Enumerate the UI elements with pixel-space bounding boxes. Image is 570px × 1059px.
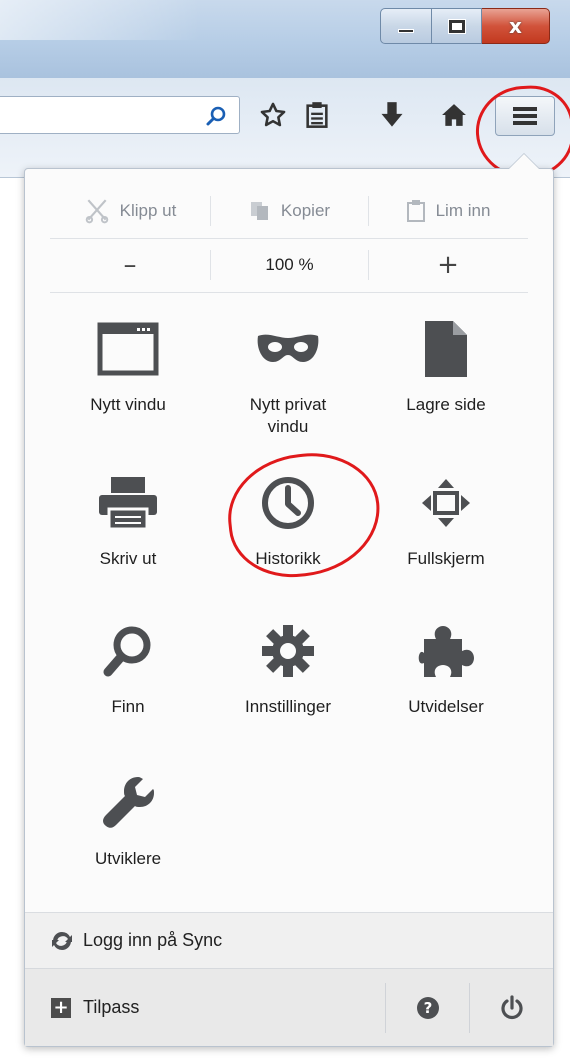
new-window-label: Nytt vindu: [90, 395, 166, 414]
star-icon: [260, 102, 286, 127]
save-page-button[interactable]: Lagre side: [366, 318, 526, 416]
downloads-button[interactable]: [375, 98, 409, 132]
home-icon: [442, 104, 466, 126]
maximize-button[interactable]: [432, 8, 482, 44]
find-label: Finn: [111, 697, 145, 716]
minimize-button[interactable]: [380, 8, 432, 44]
paste-icon: [406, 200, 425, 222]
search-bar[interactable]: [0, 96, 240, 134]
developer-button[interactable]: Utviklere: [48, 772, 208, 870]
gear-icon: [262, 625, 314, 677]
window-titlebar: x: [0, 0, 570, 78]
zoom-level: 100 %: [265, 255, 314, 274]
edit-controls: Klipp ut Kopier Lim inn: [50, 186, 528, 236]
fullscreen-button[interactable]: Fullskjerm: [366, 472, 526, 570]
customize-button[interactable]: + Tilpass: [25, 997, 385, 1018]
print-label: Skriv ut: [99, 549, 157, 568]
options-label: Innstillinger: [245, 697, 331, 716]
cut-label: Klipp ut: [119, 201, 177, 220]
save-page-label: Lagre side: [406, 395, 486, 414]
svg-text:?: ?: [423, 999, 432, 1017]
new-private-window-label: Nytt privat vindu: [249, 395, 327, 436]
window-icon: [97, 322, 159, 376]
zoom-controls: – 100 % +: [50, 242, 528, 288]
reading-list-icon: [306, 102, 328, 128]
add-ons-label: Utvidelser: [408, 697, 484, 716]
customize-plus-icon: +: [51, 997, 71, 1018]
new-private-window-button[interactable]: Nytt privat vindu: [208, 318, 368, 438]
quit-button[interactable]: [469, 982, 553, 1033]
add-ons-button[interactable]: Utvidelser: [366, 620, 526, 718]
customize-label: Tilpass: [83, 997, 140, 1017]
zoom-reset-button[interactable]: 100 %: [211, 250, 368, 280]
sync-icon: [52, 931, 72, 950]
puzzle-icon: [418, 626, 474, 677]
zoom-in-button[interactable]: +: [369, 250, 527, 280]
page-icon: [425, 321, 467, 377]
download-arrow-icon: [381, 102, 403, 127]
options-button[interactable]: Innstillinger: [208, 620, 368, 718]
edit-zoom-divider: [50, 238, 528, 239]
paste-label: Lim inn: [435, 201, 491, 220]
zoom-out-button[interactable]: –: [50, 250, 210, 280]
developer-label: Utviklere: [94, 849, 162, 868]
close-icon: x: [509, 14, 522, 38]
copy-label: Kopier: [280, 201, 331, 220]
zoom-in-label: +: [437, 250, 459, 280]
help-button[interactable]: ?: [385, 982, 469, 1033]
new-window-button[interactable]: Nytt vindu: [48, 318, 208, 416]
zoom-divider: [50, 292, 528, 293]
sync-signin-button[interactable]: Logg inn på Sync: [25, 912, 553, 968]
panel-footer: + Tilpass ?: [25, 968, 553, 1046]
printer-icon: [99, 477, 157, 531]
reading-list-button[interactable]: [300, 98, 334, 132]
window-controls: x: [380, 8, 550, 44]
titlebar-glow: [0, 0, 200, 40]
sync-label: Logg inn på Sync: [83, 930, 223, 950]
panel-arrow: [508, 153, 540, 169]
wrench-icon: [103, 777, 154, 828]
bookmark-star-button[interactable]: [256, 98, 290, 132]
magnifier-icon: [103, 626, 151, 677]
cut-button[interactable]: Klipp ut: [50, 196, 210, 226]
copy-button[interactable]: Kopier: [211, 196, 368, 226]
paste-button[interactable]: Lim inn: [369, 196, 527, 226]
mask-icon: [257, 334, 319, 362]
find-button[interactable]: Finn: [48, 620, 208, 718]
zoom-out-label: –: [123, 250, 137, 280]
search-icon[interactable]: [205, 105, 227, 132]
power-icon: [500, 994, 523, 1019]
close-button[interactable]: x: [482, 8, 550, 44]
home-button[interactable]: [437, 98, 471, 132]
maximize-icon: [448, 19, 465, 33]
fullscreen-icon: [422, 479, 470, 527]
fullscreen-label: Fullskjerm: [407, 549, 485, 568]
print-button[interactable]: Skriv ut: [48, 472, 208, 570]
help-icon: ?: [416, 996, 439, 1019]
copy-icon: [250, 202, 268, 220]
scissors-icon: [85, 199, 108, 224]
minimize-icon: [398, 29, 414, 33]
